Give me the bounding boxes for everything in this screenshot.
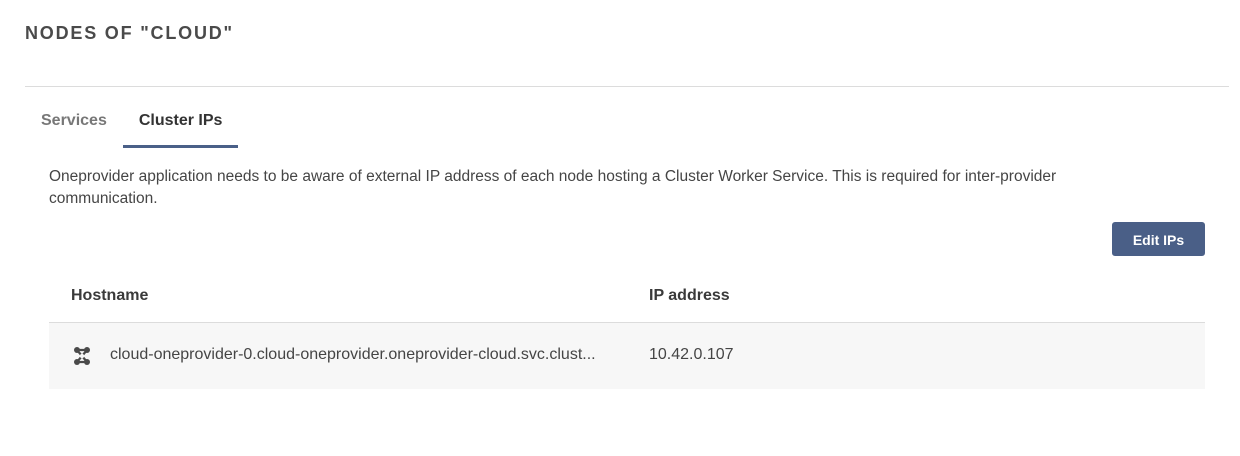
description-text: Oneprovider application needs to be awar… [49, 168, 1057, 207]
cluster-ips-table: Hostname IP address cloud-oneprovider-0.… [49, 270, 1205, 389]
page-title: NODES OF "CLOUD" [25, 23, 234, 43]
tab-cluster-ips[interactable]: Cluster IPs [122, 100, 239, 148]
ip-address-cell: 10.42.0.107 [649, 346, 734, 363]
tab-services[interactable]: Services [25, 100, 123, 148]
column-header-ip-address: IP address [649, 287, 730, 304]
table-row: cloud-oneprovider-0.cloud-oneprovider.on… [49, 323, 1205, 389]
hostname-cell: cloud-oneprovider-0.cloud-oneprovider.on… [110, 346, 596, 363]
tab-bar: Services Cluster IPs [25, 100, 239, 148]
cluster-node-icon [73, 346, 91, 366]
cluster-ips-page: NODES OF "CLOUD" Services Cluster IPs On… [0, 0, 1240, 456]
column-header-hostname: Hostname [71, 287, 149, 304]
edit-ips-button[interactable]: Edit IPs [1112, 222, 1205, 256]
title-divider [25, 86, 1229, 87]
table-header: Hostname IP address [49, 270, 1205, 323]
